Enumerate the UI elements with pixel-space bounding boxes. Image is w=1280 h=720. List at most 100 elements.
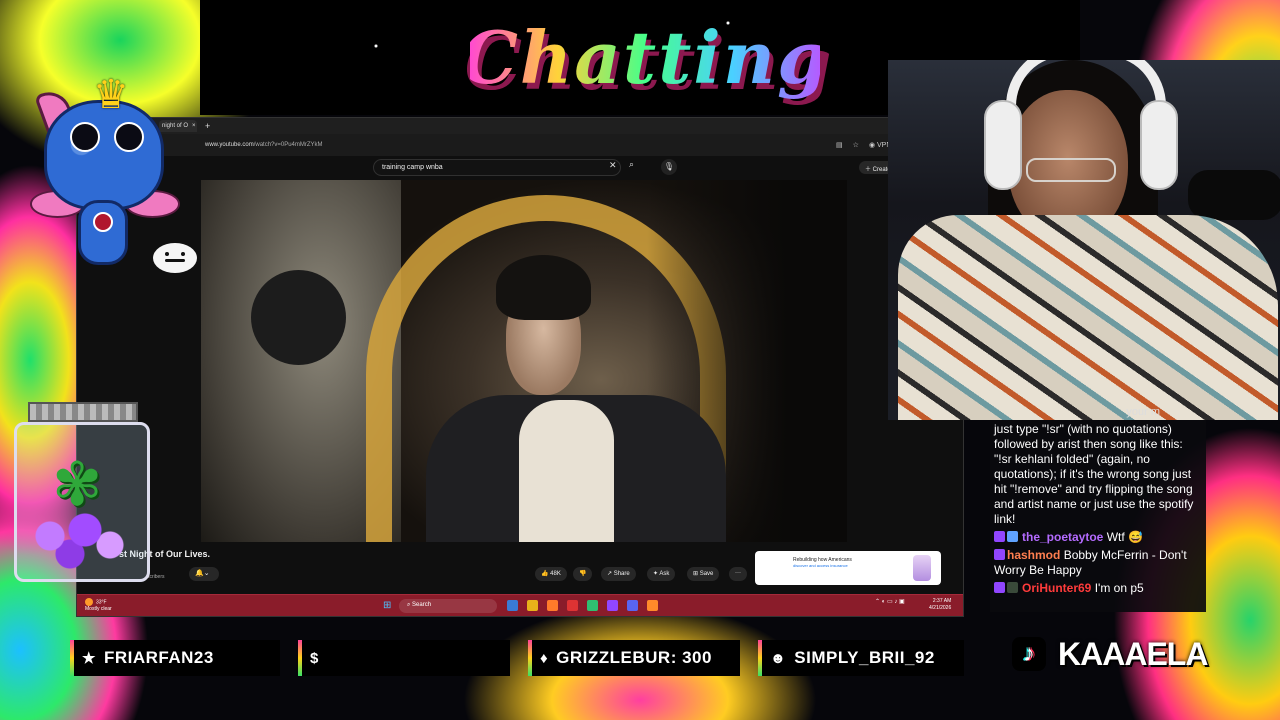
cam-blanket — [898, 215, 1278, 420]
stream-title: Chatting — [461, 0, 828, 115]
mascot-right-eye — [114, 122, 144, 152]
tiktok-handle: ♪ KAAAELA — [1012, 630, 1212, 678]
chat-message: the_poetaytoe Wtf 😅 — [994, 530, 1202, 545]
emoji-mouth — [165, 259, 185, 262]
search-icon[interactable]: ⌕ — [629, 159, 634, 170]
dislike-icon: 👎 — [579, 571, 587, 577]
ticker-text: FRIARFAN23 — [103, 648, 214, 667]
video-wall-vent — [251, 270, 346, 365]
goal-jar-widget: ✾ — [12, 402, 152, 584]
reader-icon[interactable]: ▤ — [836, 141, 843, 149]
headphones-band — [1006, 60, 1166, 106]
ticker-text: GRIZZLEBUR: 300 — [556, 648, 712, 667]
headphone-right-cup — [1140, 100, 1178, 190]
mascot-left-eye — [70, 122, 100, 152]
share-label: Share — [613, 571, 630, 577]
streamer-handle: KAAAELA — [1058, 635, 1208, 672]
video-person-hair — [496, 255, 591, 320]
chat-text: Wtf 😅 — [1106, 530, 1143, 544]
chat-badge-icon — [1007, 531, 1018, 542]
jar-gems — [30, 512, 130, 572]
jar-lid — [28, 402, 138, 422]
chat-pinned-instructions: just type "!sr" (with no quotations) fol… — [994, 422, 1194, 526]
clock-time: 2:37 AM — [932, 598, 952, 604]
discord-icon[interactable] — [627, 600, 638, 611]
mascot-cat-sticker: ♛ — [30, 60, 180, 270]
like-button[interactable]: 👍 48K — [535, 567, 567, 581]
chat-username[interactable]: OriHunter69 — [1022, 581, 1091, 595]
ticker-text: SIMPLY_BRII_92 — [794, 648, 935, 667]
clock-date: 4/21/2026 — [929, 605, 952, 611]
share-icon: ↗ — [607, 571, 614, 577]
like-icon: 👍 — [541, 571, 551, 577]
emoji-eye — [165, 252, 169, 256]
new-tab-button[interactable]: + — [205, 121, 210, 131]
chat-panel: just type "!sr" (with no quotations) fol… — [990, 420, 1206, 612]
taskbar-search-label: Search — [412, 602, 432, 608]
dislike-button[interactable]: 👎 — [573, 567, 593, 581]
task-view-icon[interactable] — [507, 600, 518, 611]
firefox-icon[interactable] — [547, 600, 558, 611]
ask-label: Ask — [659, 571, 670, 577]
ad-illustration — [913, 555, 931, 581]
video-player[interactable] — [201, 180, 847, 542]
bookmark-star-icon[interactable]: ☆ — [853, 141, 859, 149]
weather-sun-icon — [85, 598, 93, 606]
headphone-left-cup — [984, 100, 1022, 190]
emoji-eye — [181, 252, 185, 256]
weather-desc: Mostly clear — [85, 606, 112, 612]
webcam-feed: your m — [888, 60, 1280, 420]
crown-icon: ♛ — [93, 73, 129, 117]
url-path: /watch?v=0Pu4mMrZYkM — [253, 142, 323, 148]
browser-window: night of O× + ⌄ – ▢ ✕ www.youtube.com/wa… — [76, 117, 964, 617]
chat-message: hashmod Bobby McFerrin - Don't Worry Be … — [994, 548, 1202, 578]
ticker-latest-bits: ♦ GRIZZLEBUR: 300 — [528, 640, 740, 676]
weather-widget[interactable]: 33°F Mostly clear — [85, 598, 112, 612]
voice-search-icon[interactable]: 🎙 — [661, 159, 677, 175]
microphone — [1188, 170, 1280, 220]
dollar-icon: $ — [310, 649, 319, 667]
url-text[interactable]: www.youtube.com/watch?v=0Pu4mMrZYkM — [205, 142, 323, 148]
clear-search-icon[interactable]: ✕ — [609, 160, 617, 171]
app-icon-green[interactable] — [587, 600, 598, 611]
windows-taskbar: 33°F Mostly clear ⊞ ⌕ Search ⌃ ◐ ▭ ♪ ▣ 2:… — [77, 594, 963, 616]
chat-username[interactable]: hashmod — [1007, 548, 1060, 562]
tab-close-icon[interactable]: × — [192, 123, 196, 129]
taskbar-clock[interactable]: 2:37 AM 4/21/2026 — [929, 598, 951, 612]
leaf-icon: ✾ — [52, 451, 103, 518]
taskbar-search-box[interactable]: ⌕ Search — [399, 599, 497, 613]
ticker-latest-tip: $ — [298, 640, 510, 676]
save-button[interactable]: ⊞ Save — [687, 567, 720, 581]
system-tray-icons[interactable]: ⌃ ◐ ▭ ♪ ▣ — [875, 598, 905, 605]
url-host: www.youtube.com — [205, 142, 254, 148]
chat-badge-icon — [1007, 582, 1018, 593]
mascot-heart-icon — [93, 212, 113, 232]
save-label: Save — [699, 571, 714, 577]
speech-bubble-emoji — [153, 243, 197, 273]
subscribe-bell-button[interactable]: 🔔⌄ — [189, 567, 219, 581]
tiktok-icon: ♪ — [1012, 637, 1046, 671]
diamond-icon: ♦ — [540, 649, 549, 667]
cam-caption: your m — [1126, 406, 1160, 418]
more-actions-button[interactable]: ··· — [729, 567, 747, 581]
chat-username[interactable]: the_poetaytoe — [1022, 530, 1103, 544]
file-explorer-icon[interactable] — [527, 600, 538, 611]
chat-badge-icon — [994, 549, 1005, 560]
stream-overlay: Chatting Chatting night of O× + ⌄ – ▢ ✕ … — [0, 0, 1280, 720]
video-person-shirt — [519, 400, 614, 542]
chat-badge-icon — [994, 531, 1005, 542]
address-bar[interactable]: www.youtube.com/watch?v=0Pu4mMrZYkM ▤ ☆ … — [77, 134, 963, 156]
windows-start-icon[interactable]: ⊞ — [383, 600, 391, 611]
browser-app-icon[interactable] — [647, 600, 658, 611]
share-button[interactable]: ↗ Share — [601, 567, 636, 581]
person-icon: ☻ — [770, 649, 787, 667]
weather-temp: 33°F — [96, 599, 107, 606]
ask-button[interactable]: ✦ Ask — [647, 567, 676, 581]
youtube-header: training camp wnba ✕ ⌕ 🎙 ＋ Create 🔔 9+ — [77, 156, 963, 178]
youtube-search-input[interactable]: training camp wnba — [373, 159, 621, 176]
sponsored-ad-card[interactable]: Rebuilding how Americans discover and ac… — [755, 551, 941, 585]
app-icon-red[interactable] — [567, 600, 578, 611]
twitch-icon[interactable] — [607, 600, 618, 611]
ticker-latest-subscriber: ☻ SIMPLY_BRII_92 — [758, 640, 964, 676]
star-icon: ★ — [82, 650, 96, 667]
